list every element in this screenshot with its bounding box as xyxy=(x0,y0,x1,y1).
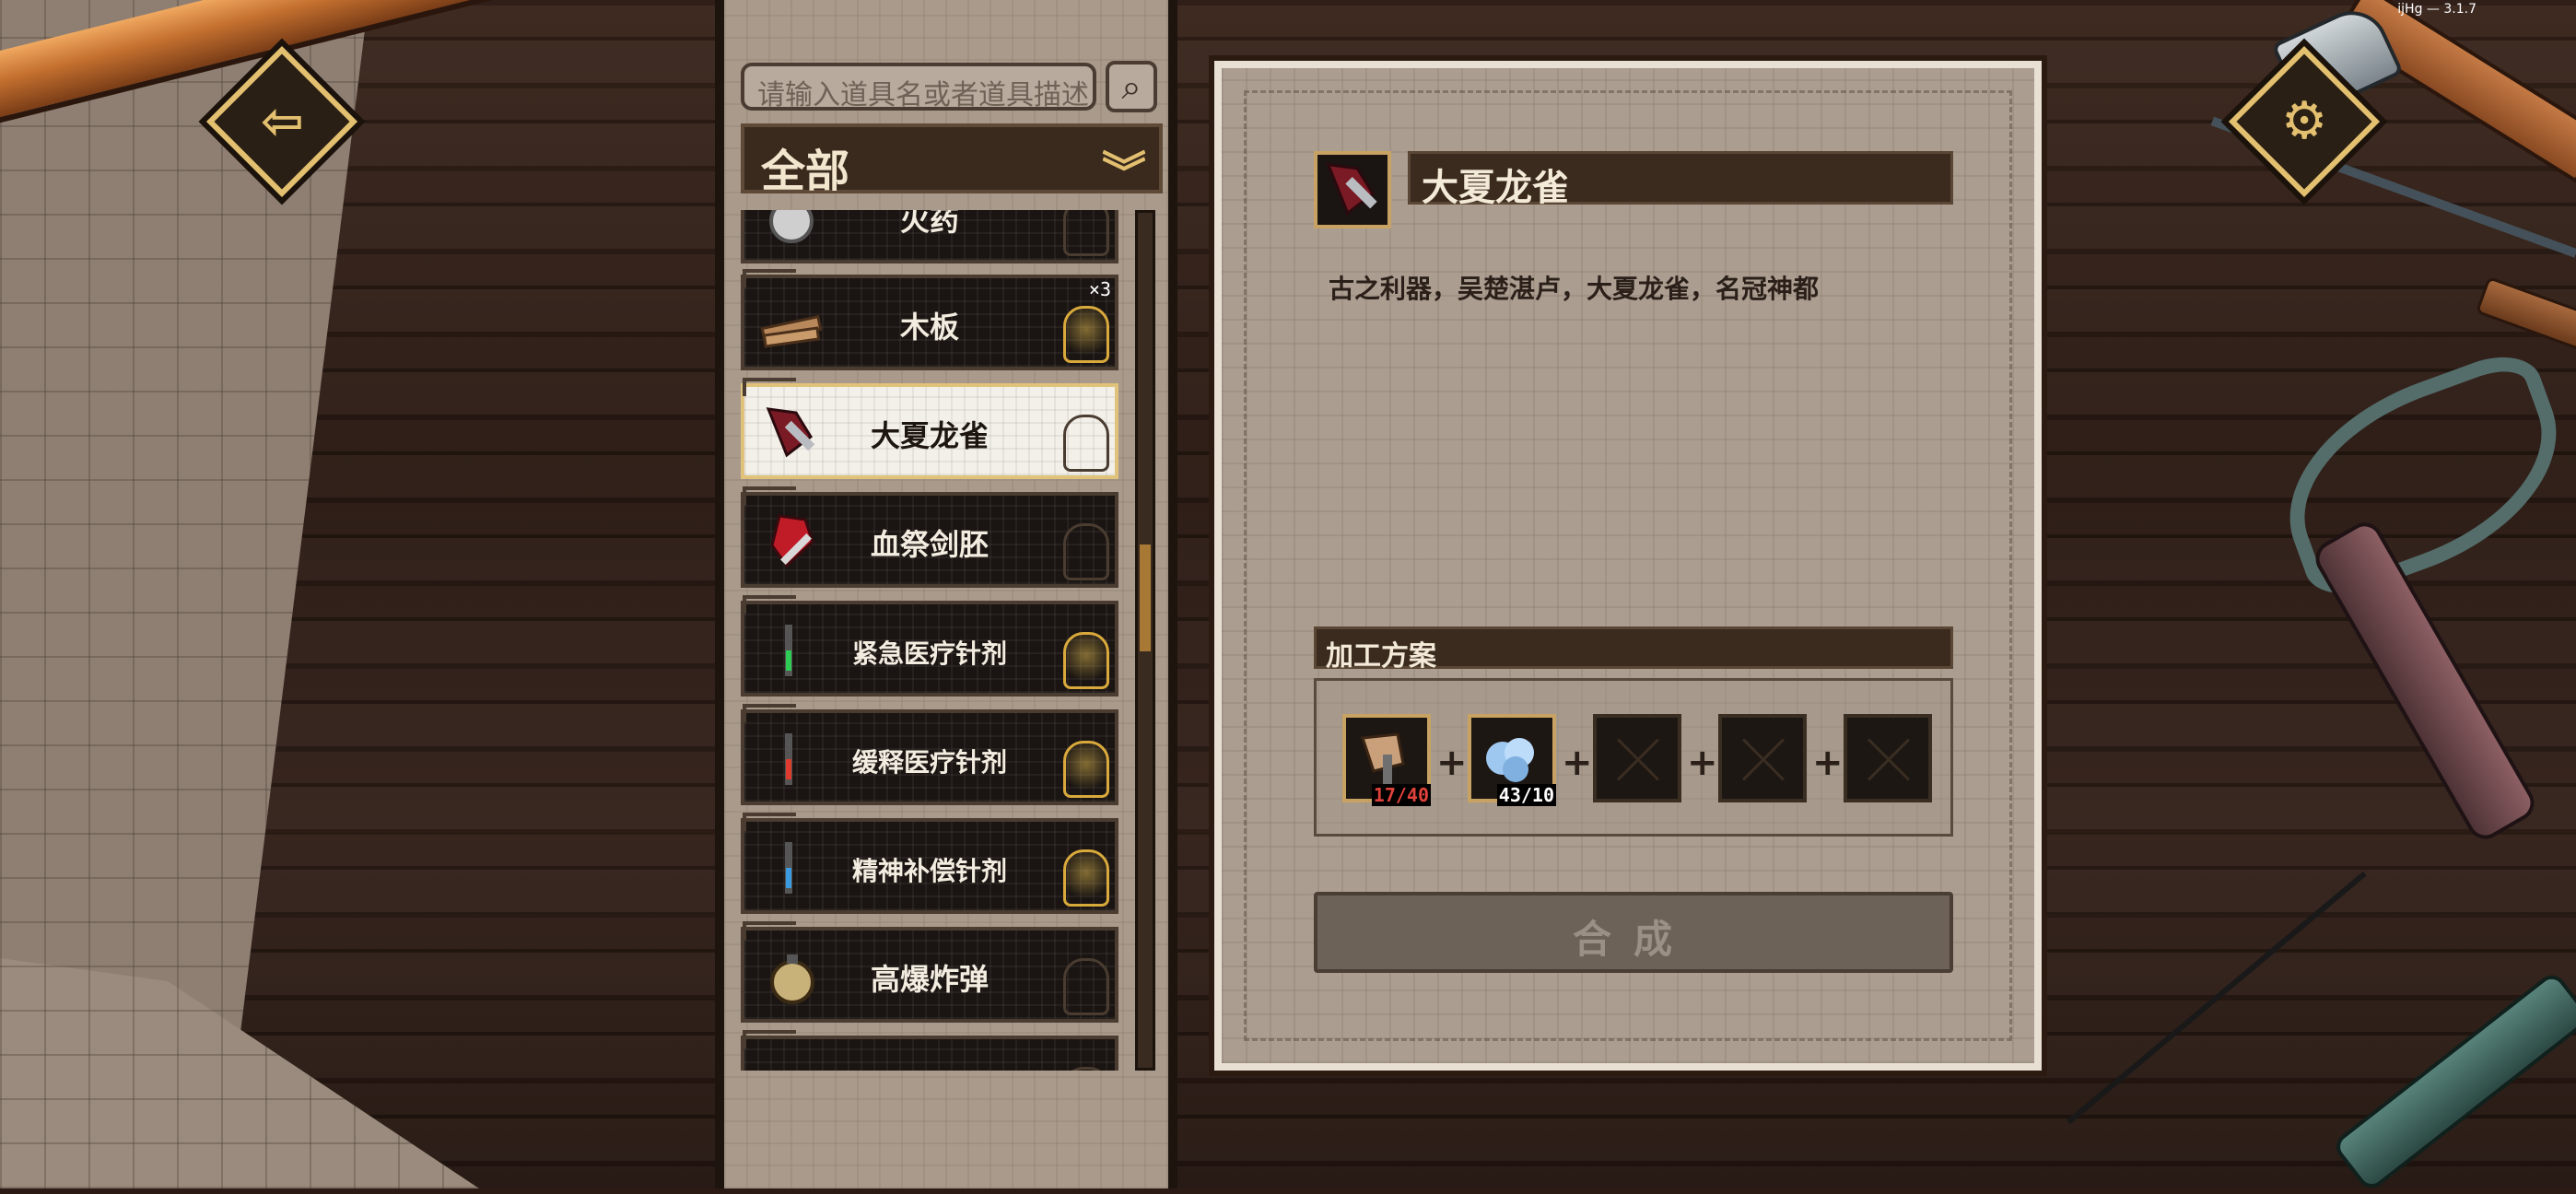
recipe-slots: 17/40 + 43/10 + + + xyxy=(1314,678,1953,837)
bulb-icon xyxy=(1063,523,1109,580)
plus-sign: + xyxy=(1812,742,1844,784)
list-item[interactable]: 缓释医疗针剂 xyxy=(741,704,1118,805)
ingredient-slot[interactable]: 43/10 xyxy=(1468,714,1556,806)
back-arrow-icon: ⇦ xyxy=(260,90,304,151)
list-item-label: 火药 xyxy=(899,210,959,238)
list-item[interactable]: 紧急医疗针剂 xyxy=(741,595,1118,696)
bulb-icon xyxy=(1063,849,1109,907)
item-title: 大夏龙雀 xyxy=(1422,166,1569,209)
search-input[interactable]: 请输入道具名或者道具描述 xyxy=(741,63,1096,111)
item-description: 古之利器，吴楚湛卢，大夏龙雀，名冠神都 xyxy=(1329,274,1820,304)
sword-icon xyxy=(1326,162,1377,216)
version-label: ijHg — 3.1.7 xyxy=(2397,2,2476,17)
bulb-icon xyxy=(1063,958,1109,1015)
drill-icon xyxy=(2330,969,2576,1194)
list-item[interactable]: 血祭剑胚 xyxy=(741,486,1118,588)
category-dropdown[interactable]: 全部 ︾ xyxy=(741,123,1163,199)
list-item[interactable]: 精神补偿针剂 xyxy=(741,813,1118,914)
list-item[interactable]: 大夏龙雀 xyxy=(741,378,1118,479)
bulb-icon xyxy=(1063,210,1109,256)
plus-sign: + xyxy=(1562,742,1593,784)
list-item[interactable] xyxy=(741,1030,1118,1071)
plus-sign: + xyxy=(1687,742,1718,784)
empty-slot[interactable] xyxy=(1718,714,1807,802)
bulb-icon xyxy=(1063,415,1109,472)
list-item[interactable]: 高爆炸弹 xyxy=(741,921,1118,1023)
selected-item-icon xyxy=(1314,151,1391,228)
list-scrollbar[interactable] xyxy=(1135,210,1155,1071)
craft-button[interactable]: 合成 xyxy=(1314,892,1953,973)
craft-button-label: 合成 xyxy=(1572,917,1694,962)
search-button[interactable]: ⌕ xyxy=(1106,61,1157,112)
search-icon: ⌕ xyxy=(1121,65,1142,107)
recipe-section-header: 加工方案 xyxy=(1314,626,1953,673)
ingredient-count: 43/10 xyxy=(1496,784,1556,806)
screwdriver-handle-icon xyxy=(2475,275,2576,353)
quantity-badge: ×3 xyxy=(1088,278,1111,300)
list-item-label: 木板 xyxy=(899,310,959,345)
list-item-label: 缓释医疗针剂 xyxy=(851,747,1007,778)
empty-slot[interactable] xyxy=(1844,714,1932,802)
list-item[interactable]: 木板 ×3 xyxy=(741,269,1118,370)
tools-decoration xyxy=(2067,0,2576,1194)
bulb-icon xyxy=(1063,632,1109,689)
bulb-icon xyxy=(1063,1067,1109,1071)
list-item-label: 大夏龙雀 xyxy=(870,418,989,453)
bulb-icon xyxy=(1063,741,1109,798)
ingredient-count: 17/40 xyxy=(1371,784,1431,806)
item-list[interactable]: 火药 木板 ×3 大夏龙雀 血祭剑胚 紧急医疗针剂 缓释医疗针剂 精神补偿针剂 … xyxy=(741,210,1128,1071)
empty-slot[interactable] xyxy=(1593,714,1681,802)
list-item-label: 高爆炸弹 xyxy=(870,962,989,997)
recipe-section-title: 加工方案 xyxy=(1326,640,1436,673)
ingredient-slot[interactable]: 17/40 xyxy=(1342,714,1431,806)
pliers-icon xyxy=(2257,343,2576,608)
list-item[interactable]: 火药 xyxy=(741,210,1118,263)
chevron-down-icon: ︾ xyxy=(1101,147,1146,199)
item-list-panel: 请输入道具名或者道具描述 ⌕ 全部 ︾ 火药 木板 ×3 大夏龙雀 血祭剑胚 紧… xyxy=(715,0,1177,1188)
category-label: 全部 xyxy=(761,146,850,197)
list-item-label: 精神补偿针剂 xyxy=(851,856,1007,886)
gear-icon: ⚙ xyxy=(2280,90,2328,151)
list-item-label: 血祭剑胚 xyxy=(870,527,989,562)
bulb-icon xyxy=(1063,306,1109,363)
item-detail-panel: 大夏龙雀 古之利器，吴楚湛卢，大夏龙雀，名冠神都 加工方案 17/40 + 43… xyxy=(1214,61,2042,1071)
scrollbar-thumb[interactable] xyxy=(1140,544,1151,651)
detail-title-bar: 大夏龙雀 xyxy=(1408,151,1953,209)
list-item-label: 紧急医疗针剂 xyxy=(851,638,1007,669)
plus-sign: + xyxy=(1436,742,1468,784)
